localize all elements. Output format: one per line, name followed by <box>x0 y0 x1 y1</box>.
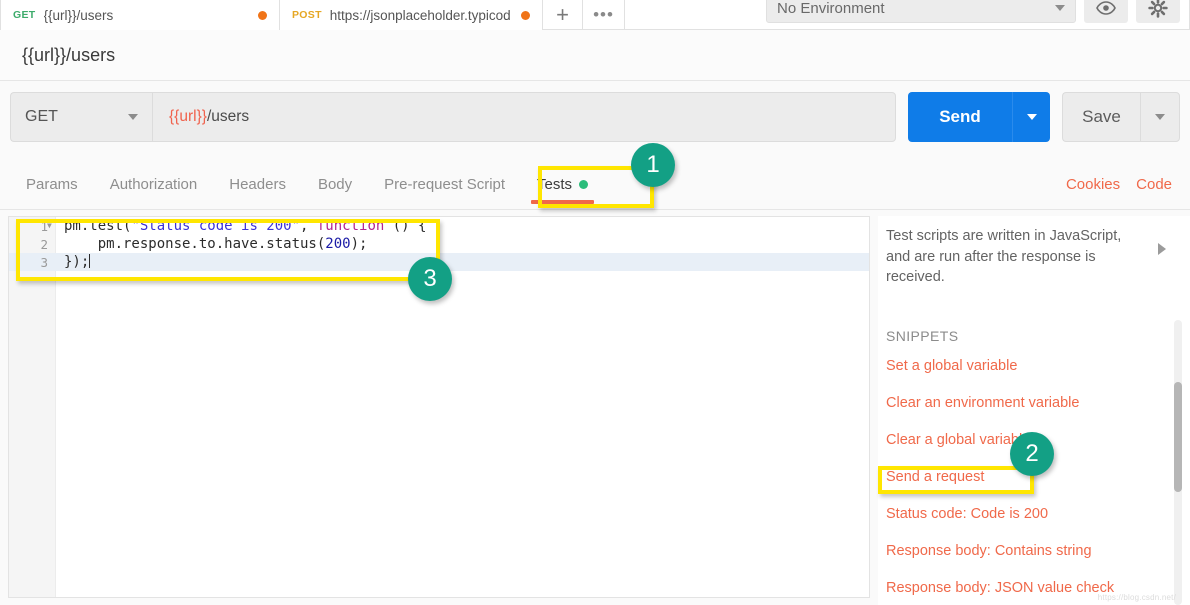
request-links: Cookies Code <box>1066 176 1190 193</box>
environment-selected-label: No Environment <box>777 0 885 17</box>
tab-params[interactable]: Params <box>10 160 94 209</box>
tab-headers[interactable]: Headers <box>213 160 302 209</box>
tests-description: Test scripts are written in JavaScript, … <box>884 226 1142 288</box>
tab-label: Authorization <box>110 176 198 193</box>
snippets-panel: Test scripts are written in JavaScript, … <box>878 216 1190 605</box>
tab-title: {{url}}/users <box>44 8 251 23</box>
chevron-down-icon <box>1055 5 1065 11</box>
chevron-down-icon <box>1027 114 1037 120</box>
snippets-scrollbar-track[interactable] <box>1174 320 1182 605</box>
tab-authorization[interactable]: Authorization <box>94 160 214 209</box>
save-options-button[interactable] <box>1140 92 1180 142</box>
send-options-button[interactable] <box>1012 92 1050 142</box>
gear-icon[interactable] <box>1136 0 1180 23</box>
annotation-badge-3: 3 <box>408 257 452 301</box>
highlight-box-snippet-status-code <box>878 466 1034 494</box>
eye-icon[interactable] <box>1084 0 1128 23</box>
tab-title: https://jsonplaceholder.typicod <box>330 8 513 23</box>
url-bar: GET {{url}}/users Send Save <box>0 82 1190 152</box>
snippets-scrollbar-thumb[interactable] <box>1174 382 1182 492</box>
highlight-box-code-editor <box>16 219 440 281</box>
unsaved-indicator-dot <box>258 11 267 20</box>
tab-label: Params <box>26 176 78 193</box>
tab-method-label: GET <box>13 9 36 21</box>
tab-label: Headers <box>229 176 286 193</box>
request-name-bar: {{url}}/users <box>0 30 1190 81</box>
http-method-select[interactable]: GET <box>10 92 152 142</box>
tab-options-icon[interactable]: ••• <box>583 0 625 29</box>
tab-body[interactable]: Body <box>302 160 368 209</box>
send-button[interactable]: Send <box>908 92 1012 142</box>
code-link[interactable]: Code <box>1136 176 1172 193</box>
request-tab-strip: GET {{url}}/users POST https://jsonplace… <box>0 0 1190 30</box>
request-name[interactable]: {{url}}/users <box>22 45 115 66</box>
environment-controls: No Environment <box>766 0 1190 30</box>
send-button-group: Send <box>908 92 1050 142</box>
chevron-down-icon <box>1155 114 1165 120</box>
request-tab-2[interactable]: POST https://jsonplaceholder.typicod <box>280 0 543 30</box>
cookies-link[interactable]: Cookies <box>1066 176 1120 193</box>
snippet-response-body-contains-string[interactable]: Response body: Contains string <box>884 533 1190 570</box>
url-input[interactable]: {{url}}/users <box>152 92 896 142</box>
watermark: https://blog.csdn.net/ <box>1098 593 1176 602</box>
annotation-badge-2: 2 <box>1010 432 1054 476</box>
chevron-right-icon[interactable] <box>1158 243 1166 255</box>
url-variable-token: {{url}} <box>169 108 207 126</box>
http-method-label: GET <box>25 108 58 126</box>
save-button[interactable]: Save <box>1062 92 1140 142</box>
tab-pre-request-script[interactable]: Pre-request Script <box>368 160 521 209</box>
environment-select[interactable]: No Environment <box>766 0 1076 23</box>
tab-method-label: POST <box>292 9 322 21</box>
tab-label: Body <box>318 176 352 193</box>
snippet-status-code-is-200[interactable]: Status code: Code is 200 <box>884 496 1190 533</box>
save-button-group: Save <box>1062 92 1180 142</box>
annotation-badge-1: 1 <box>631 143 675 187</box>
postman-window: GET {{url}}/users POST https://jsonplace… <box>0 0 1190 605</box>
tab-label: Pre-request Script <box>384 176 505 193</box>
url-path-text: /users <box>207 108 249 126</box>
chevron-down-icon <box>128 114 138 120</box>
snippets-header: SNIPPETS <box>884 328 1190 344</box>
snippet-set-global-variable[interactable]: Set a global variable <box>884 348 1190 385</box>
new-tab-button[interactable]: + <box>543 0 583 29</box>
request-tab-1[interactable]: GET {{url}}/users <box>0 0 280 30</box>
unsaved-indicator-dot <box>521 11 530 20</box>
snippet-clear-environment-variable[interactable]: Clear an environment variable <box>884 385 1190 422</box>
